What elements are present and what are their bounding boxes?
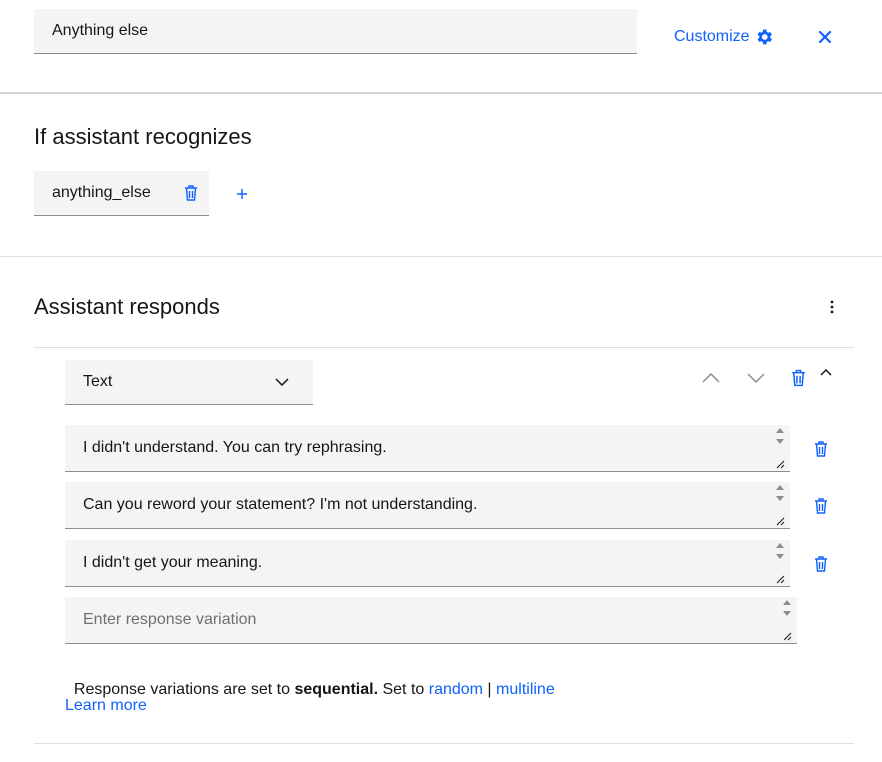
response-variation-field[interactable]: I didn't get your meaning. (65, 540, 790, 587)
response-variation-row: I didn't get your meaning. (65, 540, 845, 587)
resize-handle[interactable] (770, 540, 790, 586)
response-variation-field[interactable]: Can you reword your statement? I'm not u… (65, 482, 790, 529)
delete-variation-button[interactable] (811, 554, 831, 574)
recognizes-title: If assistant recognizes (34, 124, 252, 149)
random-link[interactable]: random (429, 681, 483, 698)
recognizes-divider (0, 256, 882, 257)
response-variation-field[interactable]: I didn't understand. You can try rephras… (65, 425, 790, 472)
close-button[interactable] (813, 25, 837, 49)
add-condition-button[interactable] (232, 184, 252, 204)
delete-variation-button[interactable] (811, 496, 831, 516)
variation-mode-note: Response variations are set to sequentia… (65, 663, 555, 699)
note-separator: | (482, 681, 497, 698)
bottom-divider (34, 743, 854, 744)
customize-label: Customize (674, 28, 750, 45)
trash-icon (790, 368, 807, 388)
response-variation-text: I didn't get your meaning. (83, 554, 263, 571)
delete-variation-button[interactable] (811, 439, 831, 459)
move-down-button[interactable] (743, 366, 769, 390)
close-icon (818, 30, 832, 44)
response-variation-row: Can you reword your statement? I'm not u… (65, 482, 845, 529)
move-up-button[interactable] (698, 366, 724, 390)
new-variation-row: Enter response variation (65, 597, 800, 644)
note-prefix: Response variations are set to (73, 681, 295, 698)
resize-handle[interactable] (777, 597, 797, 643)
trash-icon (813, 440, 829, 458)
responds-divider (34, 347, 854, 348)
condition-field[interactable]: anything_else (34, 171, 209, 216)
learn-more-link[interactable]: Learn more (65, 697, 147, 715)
response-variation-row: I didn't understand. You can try rephras… (65, 425, 845, 472)
node-name-field[interactable]: Anything else (34, 9, 637, 54)
gear-icon (754, 27, 774, 47)
resize-handle[interactable] (770, 482, 790, 528)
customize-button[interactable]: Customize (674, 26, 774, 48)
delete-response-button[interactable] (787, 366, 809, 390)
note-mode: sequential. (294, 681, 379, 698)
trash-icon (813, 555, 829, 573)
response-variation-text: I didn't understand. You can try rephras… (83, 439, 387, 456)
response-type-dropdown[interactable]: Text (65, 360, 313, 405)
responds-title: Assistant responds (34, 294, 220, 319)
response-type-value: Text (83, 373, 113, 390)
header-divider (0, 92, 882, 94)
chevron-down-icon (747, 373, 765, 383)
node-name-value: Anything else (52, 22, 149, 39)
collapse-response-button[interactable] (816, 362, 836, 382)
resize-handle[interactable] (770, 425, 790, 471)
overflow-menu-icon (830, 300, 834, 314)
chevron-up-icon (820, 368, 832, 376)
new-variation-field[interactable]: Enter response variation (65, 597, 797, 644)
responds-overflow-menu-button[interactable] (822, 297, 842, 317)
condition-value: anything_else (52, 184, 151, 201)
chevron-up-icon (702, 373, 720, 383)
new-variation-placeholder: Enter response variation (83, 611, 257, 628)
multiline-link[interactable]: multiline (496, 681, 555, 698)
chevron-down-icon (275, 378, 289, 386)
trash-icon (813, 497, 829, 515)
trash-icon[interactable] (183, 184, 199, 202)
plus-icon (236, 188, 248, 200)
note-set-to: Set to (378, 681, 429, 698)
response-variation-text: Can you reword your statement? I'm not u… (83, 496, 478, 513)
